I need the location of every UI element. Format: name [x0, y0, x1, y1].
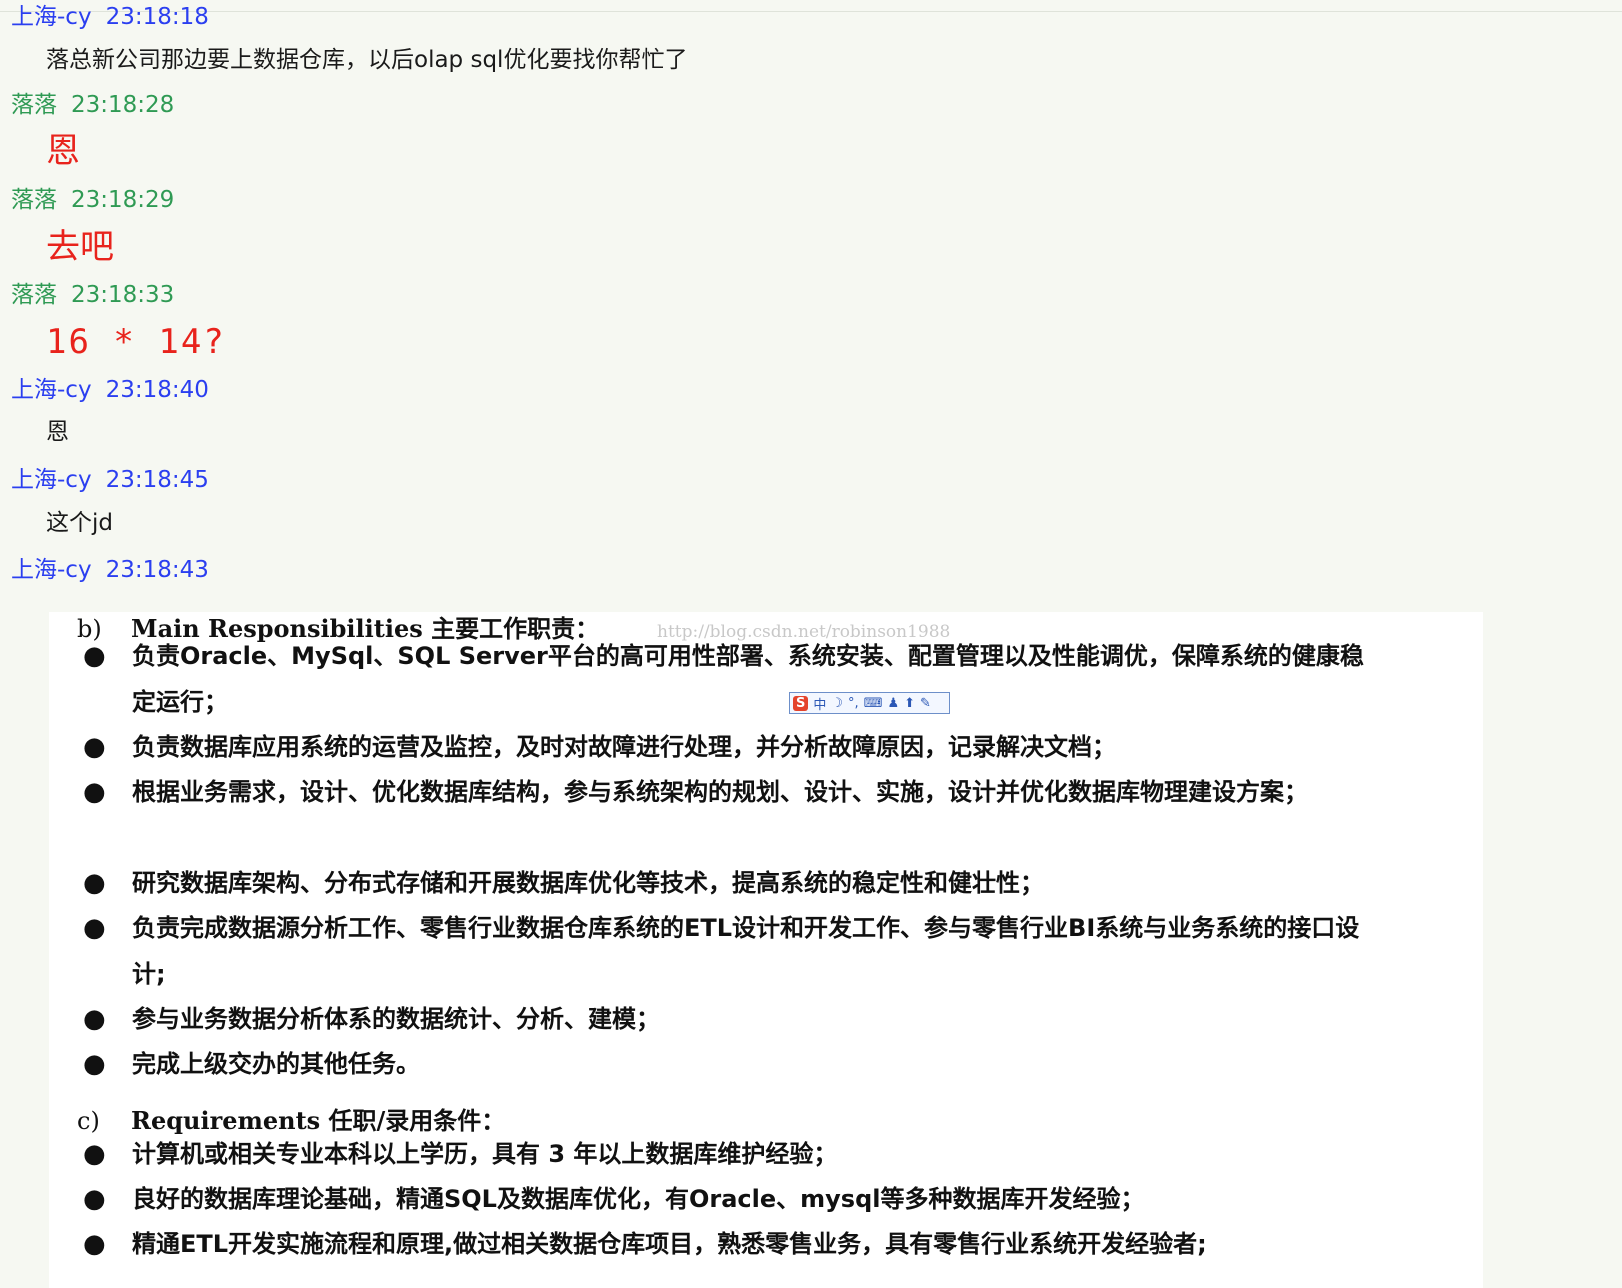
job-description-image[interactable]: http://blog.csdn.net/robinson1988 b) Main…: [49, 612, 1483, 1288]
sogou-logo-icon[interactable]: S: [793, 695, 809, 711]
message-text: 落总新公司那边要上数据仓库，以后olap sql优化要找你帮忙了: [46, 47, 688, 73]
list-item-text: 良好的数据库理论基础，精通SQL及数据库优化，有Oracle、mysql等多种数…: [132, 1185, 1145, 1213]
chat-history[interactable]: 上海-cy 23:18:18 落总新公司那边要上数据仓库，以后olap sql优化…: [0, 0, 1622, 612]
message-header: 上海-cy 23:18:40: [11, 376, 209, 404]
message-text: 恩: [46, 419, 69, 445]
list-item-text: 精通ETL开发实施流程和原理,做过相关数据仓库项目，熟悉零售业务，具有零售行业系…: [132, 1230, 1207, 1258]
list-item-text: 负责完成数据源分析工作、零售行业数据仓库系统的ETL设计和开发工作、参与零售行业…: [132, 914, 1360, 988]
message-time: 23:18:28: [71, 92, 175, 118]
sender-name: 上海-cy: [11, 467, 92, 493]
bullet-icon: ●: [83, 777, 106, 807]
message-time: 23:18:29: [71, 187, 175, 213]
ime-mode-toggle[interactable]: 中: [813, 694, 826, 713]
wrench-icon[interactable]: ✎: [920, 696, 931, 711]
punctuation-icon[interactable]: °,: [848, 696, 859, 711]
sender-name: 上海-cy: [11, 557, 92, 583]
sender-name: 上海-cy: [11, 4, 92, 30]
keyboard-icon[interactable]: ⌨: [864, 696, 883, 711]
moon-icon[interactable]: ☽: [831, 696, 843, 711]
sender-name: 上海-cy: [11, 377, 92, 403]
message-header: 落落 23:18:29: [11, 186, 174, 214]
message-time: 23:18:33: [71, 282, 175, 308]
bullet-icon: ●: [83, 1004, 106, 1034]
bullet-icon: ●: [83, 913, 106, 943]
list-item-text: 负责Oracle、MySql、SQL Server平台的高可用性部署、系统安装、…: [132, 642, 1364, 716]
bullet-icon: ●: [83, 1184, 106, 1214]
message-time: 23:18:45: [105, 467, 209, 493]
message-text: 这个jd: [46, 510, 113, 536]
message-text: 去吧: [46, 227, 114, 267]
message-text: 16 * 14?: [46, 322, 226, 362]
message-time: 23:18:40: [105, 377, 209, 403]
list-item-text: 参与业务数据分析体系的数据统计、分析、建模；: [132, 1005, 660, 1033]
message-header: 上海-cy 23:18:45: [11, 466, 209, 494]
list-item-text: 根据业务需求，设计、优化数据库结构，参与系统架构的规划、设计、实施，设计并优化数…: [132, 778, 1308, 806]
bullet-icon: ●: [83, 1049, 106, 1079]
bullet-icon: ●: [83, 1229, 106, 1259]
bullet-icon: ●: [83, 1139, 106, 1169]
message-header: 上海-cy 23:18:43: [11, 556, 209, 584]
message-time: 23:18:43: [105, 557, 209, 583]
bullet-icon: ●: [83, 641, 106, 671]
list-item-text: 完成上级交办的其他任务。: [132, 1050, 420, 1078]
skin-icon[interactable]: ⬆: [904, 696, 915, 711]
message-header: 落落 23:18:33: [11, 281, 174, 309]
list-item-text: 研究数据库架构、分布式存储和开展数据库优化等技术，提高系统的稳定性和健壮性；: [132, 869, 1044, 897]
sender-name: 落落: [11, 187, 57, 213]
message-text: 恩: [46, 131, 80, 171]
message-header: 上海-cy 23:18:18: [11, 3, 209, 31]
message-time: 23:18:18: [105, 4, 209, 30]
sender-name: 落落: [11, 92, 57, 118]
user-icon[interactable]: ♟: [887, 696, 899, 711]
ime-toolbar[interactable]: S 中 ☽ °, ⌨ ♟ ⬆ ✎: [789, 692, 950, 714]
sender-name: 落落: [11, 282, 57, 308]
bullet-icon: ●: [83, 868, 106, 898]
list-item-text: 计算机或相关专业本科以上学历，具有 3 年以上数据库维护经验；: [132, 1140, 838, 1168]
bullet-icon: ●: [83, 732, 106, 762]
message-header: 落落 23:18:28: [11, 91, 174, 119]
list-item-text: 负责数据库应用系统的运营及监控，及时对故障进行处理，并分析故障原因，记录解决文档…: [132, 733, 1116, 761]
